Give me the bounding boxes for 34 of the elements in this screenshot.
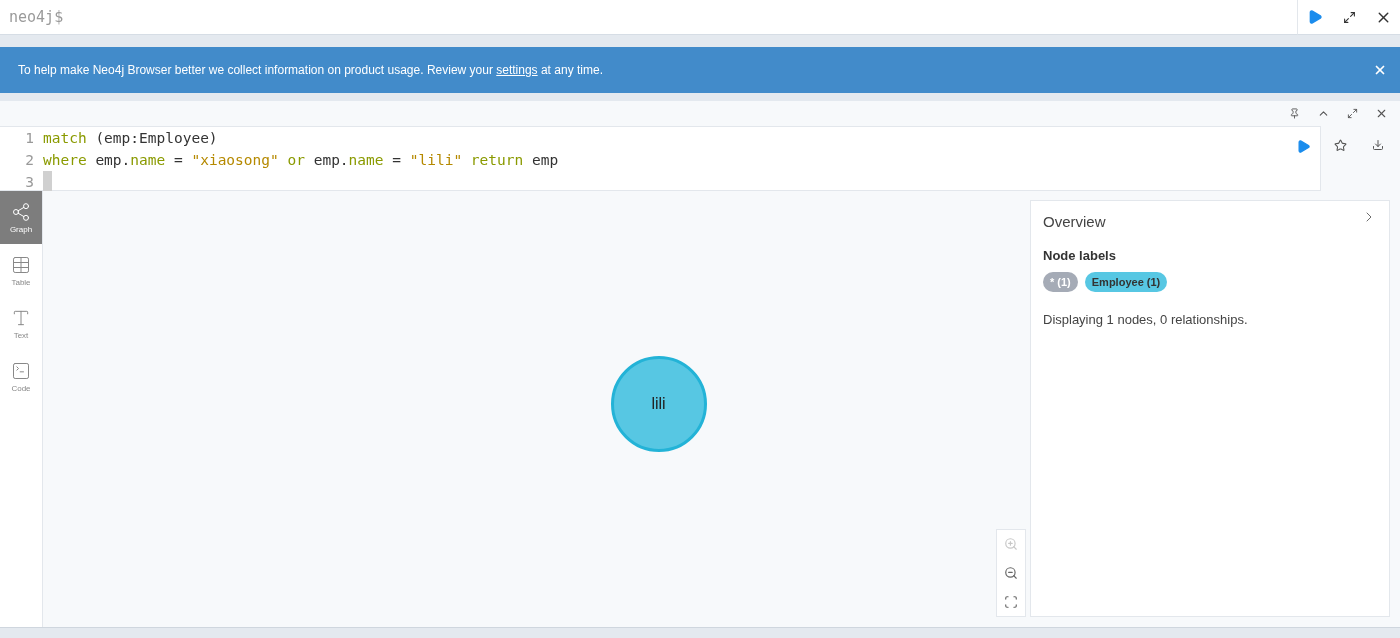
query-input-field[interactable]: neo4j$ (0, 0, 1298, 35)
view-tab[interactable]: Graph (0, 191, 42, 244)
section-heading: Node labels (1043, 248, 1117, 263)
text-cursor (43, 171, 52, 191)
expand-icon (1347, 108, 1358, 119)
play-icon (1307, 9, 1323, 25)
panel-title: Overview (1043, 213, 1106, 230)
table-icon (11, 254, 31, 275)
graph-icon (11, 201, 31, 222)
star-icon (1333, 138, 1347, 152)
query-editor[interactable]: 1 match (emp:Employee) 2 where emp.name = "xiaosong" or emp.name = "lili" return emp 3 (0, 126, 1321, 191)
zoom-out-button[interactable] (1004, 566, 1018, 580)
download-icon (1372, 139, 1384, 151)
settings-link[interactable]: settings (496, 63, 538, 77)
zoom-out-icon (1004, 566, 1018, 580)
terminal-icon (11, 360, 31, 381)
summary-text: Displaying 1 nodes, 0 relationships. (1043, 312, 1249, 327)
node-label-tag[interactable]: * (1) (1043, 272, 1078, 292)
code-line: match (emp:Employee) (43, 129, 218, 148)
fit-button[interactable] (1004, 594, 1018, 609)
expand-icon (1342, 10, 1356, 24)
zoom-in-icon (1004, 537, 1018, 552)
play-icon (1295, 138, 1311, 154)
fit-icon (1004, 594, 1018, 609)
line-number: 2 (24, 151, 35, 170)
line-number: 3 (24, 173, 35, 192)
graph-node[interactable]: lili (610, 355, 707, 452)
node-label-tag[interactable]: Employee (1) (1084, 272, 1168, 292)
close-icon (1373, 63, 1387, 77)
code-line: where emp.name = "xiaosong" or emp.name = "lili" return emp (43, 151, 559, 170)
line-number: 1 (24, 129, 35, 148)
banner-text: To help make Neo4j Browser better we collect information on product usage. Review your settings at any time. (18, 63, 604, 77)
pin-icon (1289, 108, 1300, 119)
close-icon (1375, 107, 1388, 120)
